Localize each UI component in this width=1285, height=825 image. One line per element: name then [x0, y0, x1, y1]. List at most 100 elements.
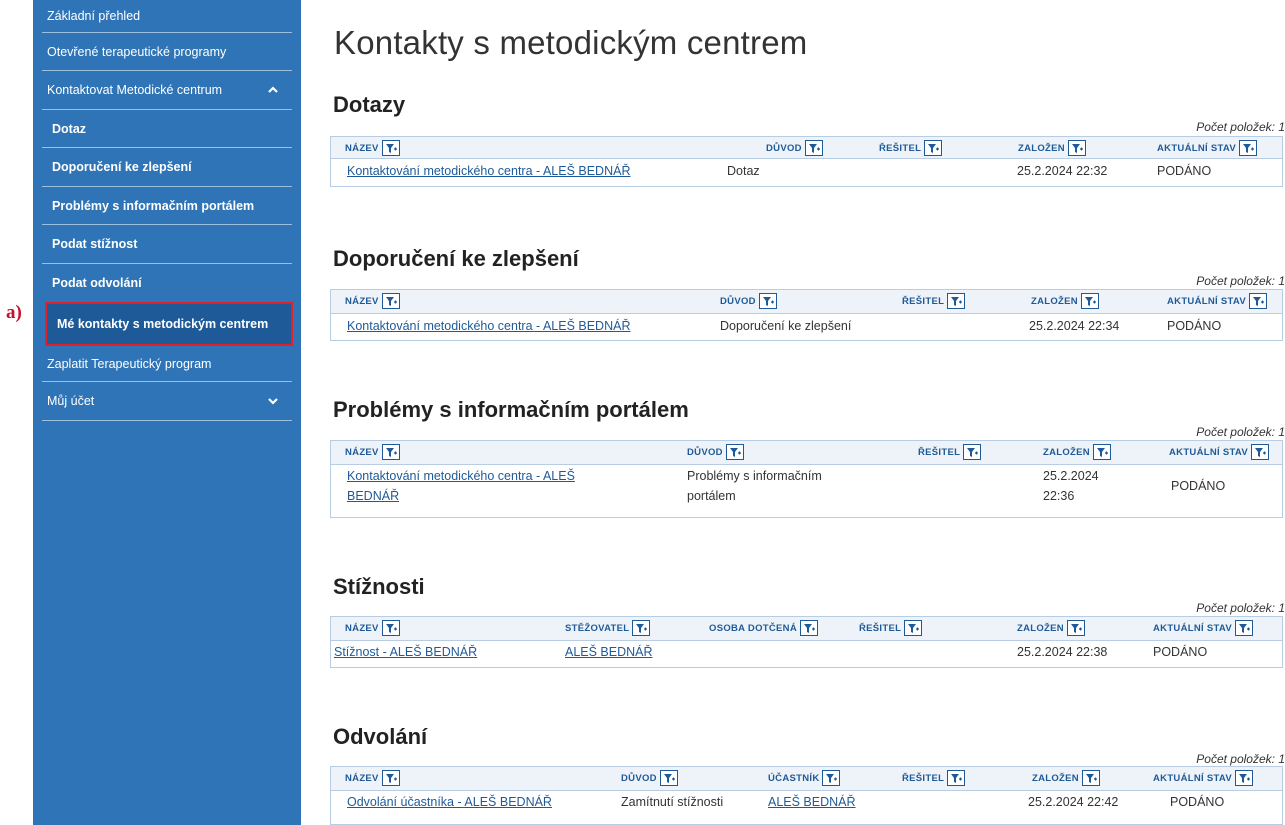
column-header-zalozen: ZALOŽEN: [1043, 444, 1111, 460]
filter-icon[interactable]: [963, 444, 982, 460]
sidebar-item-muj-ucet[interactable]: Můj účet: [42, 382, 292, 421]
sidebar-item-zakladni-prehled[interactable]: Základní přehled: [42, 0, 292, 33]
sidebar-item-label: Problémy s informačním portálem: [52, 198, 255, 213]
filter-icon[interactable]: [1067, 140, 1086, 156]
table-header: NÁZEV DŮVOD ŘEŠITEL ZALOŽEN AKTUÁLNÍ STA…: [331, 137, 1282, 159]
funnel-icon: [1239, 623, 1251, 633]
column-header-nazev: NÁZEV: [345, 140, 400, 156]
sidebar-item-podat-stiznost[interactable]: Podat stížnost: [42, 225, 292, 264]
table: NÁZEV STĚŽOVATEL OSOBA DOTČENÁ ŘEŠITEL Z…: [330, 616, 1283, 668]
funnel-icon: [1070, 623, 1082, 633]
filter-icon[interactable]: [1249, 293, 1268, 309]
funnel-icon: [385, 143, 397, 153]
filter-icon[interactable]: [659, 770, 678, 786]
funnel-icon: [1239, 773, 1251, 783]
column-header-osoba-dotcena: OSOBA DOTČENÁ: [709, 620, 818, 636]
item-count: Počet položek: 1: [1196, 425, 1285, 439]
column-header-nazev: NÁZEV: [345, 620, 400, 636]
filter-icon[interactable]: [632, 620, 651, 636]
filter-icon[interactable]: [947, 770, 966, 786]
row-link[interactable]: Odvolání účastníka - ALEŠ BEDNÁŘ: [347, 795, 552, 809]
sidebar-item-dotaz[interactable]: Dotaz: [42, 110, 292, 148]
funnel-icon: [1253, 296, 1265, 306]
sidebar: Základní přehled Otevřené terapeutické p…: [33, 0, 301, 825]
filter-icon[interactable]: [381, 770, 400, 786]
sidebar-item-label: Podat odvolání: [52, 276, 142, 290]
column-header-zalozen: ZALOŽEN: [1031, 293, 1099, 309]
chevron-down-icon: [268, 398, 278, 405]
filter-icon[interactable]: [800, 620, 818, 636]
filter-icon[interactable]: [1081, 770, 1100, 786]
funnel-icon: [1085, 773, 1097, 783]
funnel-icon: [1084, 296, 1096, 306]
table: NÁZEV DŮVOD ÚČASTNÍK ŘEŠITEL ZALOŽEN AKT…: [330, 766, 1283, 825]
filter-icon[interactable]: [1092, 444, 1111, 460]
chevron-up-icon: [268, 86, 278, 93]
cell-reason-continued: portálem: [687, 489, 736, 503]
filter-icon[interactable]: [1239, 140, 1258, 156]
filter-icon[interactable]: [924, 140, 943, 156]
funnel-icon: [385, 623, 397, 633]
filter-icon[interactable]: [381, 140, 400, 156]
cell-state: PODÁNO: [1170, 795, 1225, 809]
funnel-icon: [729, 447, 741, 457]
column-header-duvod: DŮVOD: [687, 444, 744, 460]
funnel-icon: [762, 296, 774, 306]
row-link[interactable]: Kontaktování metodického centra - ALEŠ B…: [347, 164, 630, 178]
row-link[interactable]: Kontaktování metodického centra - ALEŠ: [347, 469, 575, 483]
cell-created: 25.2.2024 22:34: [1029, 319, 1120, 333]
sidebar-item-otevrene-programy[interactable]: Otevřené terapeutické programy: [42, 33, 292, 71]
sidebar-item-doporuceni[interactable]: Doporučení ke zlepšení: [42, 148, 292, 187]
filter-icon[interactable]: [1235, 770, 1254, 786]
sidebar-item-problemy-portal[interactable]: Problémy s informačním portálem: [42, 187, 292, 225]
filter-icon[interactable]: [758, 293, 777, 309]
column-header-stav: AKTUÁLNÍ STAV: [1167, 293, 1268, 309]
sidebar-item-label: Doporučení ke zlepšení: [52, 160, 192, 174]
column-header-zalozen: ZALOŽEN: [1018, 140, 1086, 156]
column-header-resitel: ŘEŠITEL: [902, 293, 966, 309]
filter-icon[interactable]: [904, 620, 923, 636]
row-link-continued[interactable]: BEDNÁŘ: [347, 489, 399, 503]
funnel-icon: [808, 143, 820, 153]
column-header-nazev: NÁZEV: [345, 444, 400, 460]
filter-icon[interactable]: [1066, 620, 1085, 636]
sidebar-item-label: Mé kontakty s metodickým centrem: [57, 317, 269, 331]
sidebar-item-kontaktovat-centrum[interactable]: Kontaktovat Metodické centrum: [42, 71, 292, 110]
sidebar-item-me-kontakty[interactable]: Mé kontakty s metodickým centrem: [45, 302, 293, 346]
row-link[interactable]: Stížnost - ALEŠ BEDNÁŘ: [334, 645, 477, 659]
filter-icon[interactable]: [1251, 444, 1270, 460]
filter-icon[interactable]: [725, 444, 744, 460]
column-header-resitel: ŘEŠITEL: [902, 770, 966, 786]
sidebar-item-label: Otevřené terapeutické programy: [47, 44, 227, 59]
filter-icon[interactable]: [947, 293, 966, 309]
funnel-icon: [967, 447, 979, 457]
complainant-link[interactable]: ALEŠ BEDNÁŘ: [565, 645, 653, 659]
sidebar-item-label: Podat stížnost: [52, 237, 138, 251]
column-header-resitel: ŘEŠITEL: [918, 444, 982, 460]
participant-link[interactable]: ALEŠ BEDNÁŘ: [768, 795, 856, 809]
filter-icon[interactable]: [1080, 293, 1099, 309]
annotation-label-a: a): [6, 302, 22, 323]
filter-icon[interactable]: [381, 620, 400, 636]
funnel-icon: [1255, 447, 1267, 457]
filter-icon[interactable]: [1235, 620, 1254, 636]
funnel-icon: [951, 296, 963, 306]
row-link[interactable]: Kontaktování metodického centra - ALEŠ B…: [347, 319, 630, 333]
column-header-resitel: ŘEŠITEL: [859, 620, 923, 636]
sidebar-item-label: Dotaz: [52, 121, 87, 136]
filter-icon[interactable]: [804, 140, 823, 156]
sidebar-item-zaplatit-program[interactable]: Zaplatit Terapeutický program: [42, 346, 292, 382]
sidebar-item-label: Zaplatit Terapeutický program: [47, 356, 212, 371]
sidebar-item-label: Kontaktovat Metodické centrum: [47, 83, 223, 97]
funnel-icon: [1096, 447, 1108, 457]
cell-created: 25.2.2024 22:38: [1017, 645, 1108, 659]
sidebar-item-podat-odvolani[interactable]: Podat odvolání: [42, 264, 292, 302]
section-title: Doporučení ke zlepšení: [333, 246, 579, 271]
table-header: NÁZEV DŮVOD ÚČASTNÍK ŘEŠITEL ZALOŽEN AKT…: [331, 767, 1282, 791]
item-count: Počet položek: 1: [1196, 274, 1285, 288]
section-title: Stížnosti: [333, 574, 425, 599]
filter-icon[interactable]: [822, 770, 841, 786]
cell-created-continued: 22:36: [1043, 489, 1075, 503]
filter-icon[interactable]: [381, 293, 400, 309]
filter-icon[interactable]: [381, 444, 400, 460]
